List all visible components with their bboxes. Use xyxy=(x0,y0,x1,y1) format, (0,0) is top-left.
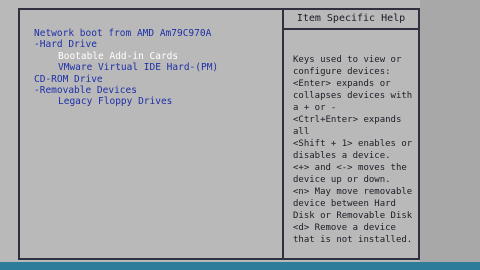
boot-item-network[interactable]: Network boot from AMD Am79C970A xyxy=(34,28,218,39)
boot-item-vmware-ide[interactable]: VMware Virtual IDE Hard-(PM) xyxy=(34,62,218,73)
boot-item-cdrom[interactable]: CD-ROM Drive xyxy=(34,74,218,85)
boot-item-bootable-add-in-cards[interactable]: Bootable Add-in Cards xyxy=(34,51,218,62)
help-text: Keys used to view or configure devices: … xyxy=(293,55,413,245)
help-title: Item Specific Help xyxy=(284,10,418,30)
key-legend-bar xyxy=(0,262,480,270)
boot-item-legacy-floppy[interactable]: Legacy Floppy Drives xyxy=(34,96,218,107)
item-specific-help-panel: Item Specific Help Keys used to view or … xyxy=(282,8,420,260)
boot-item-hard-drive[interactable]: -Hard Drive xyxy=(34,39,218,50)
screen-edge xyxy=(420,0,480,262)
boot-order-panel: Network boot from AMD Am79C970A -Hard Dr… xyxy=(18,8,282,260)
bios-screen: Network boot from AMD Am79C970A -Hard Dr… xyxy=(0,0,480,270)
boot-item-removable-devices[interactable]: -Removable Devices xyxy=(34,85,218,96)
boot-device-list: Network boot from AMD Am79C970A -Hard Dr… xyxy=(34,28,218,108)
